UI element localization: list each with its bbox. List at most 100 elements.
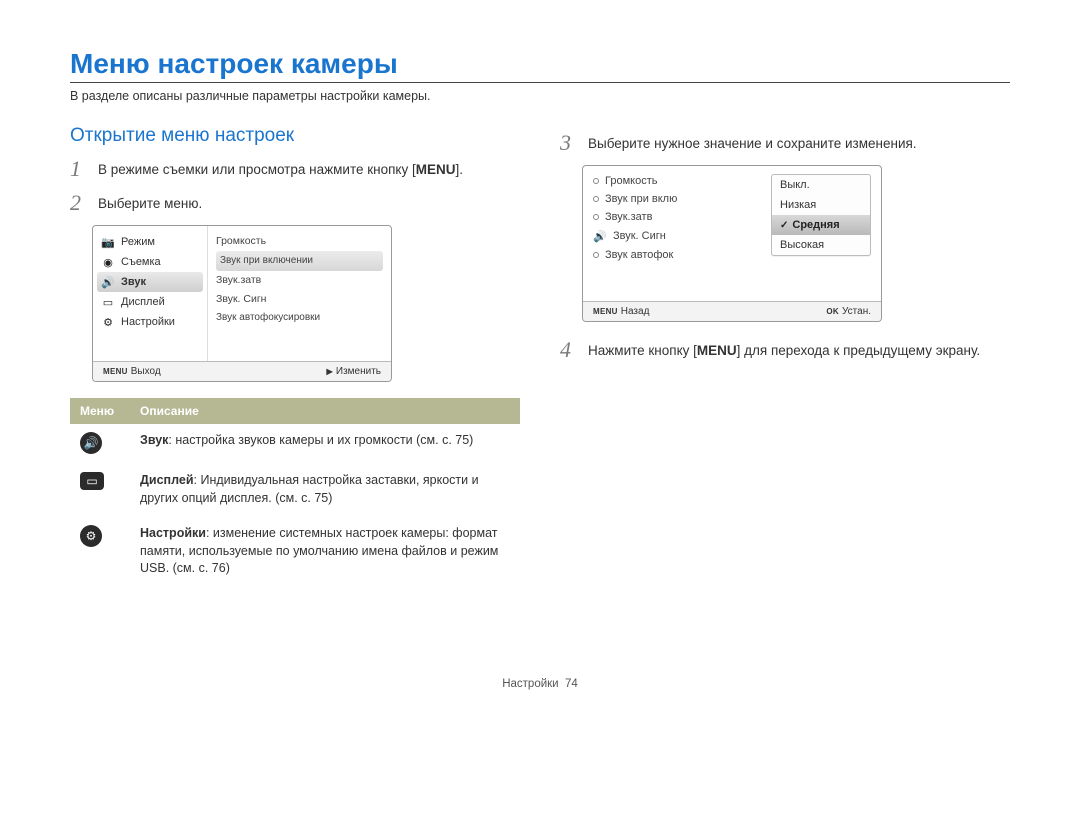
- option-label: Звук при вклю: [605, 193, 677, 205]
- step-number: 3: [560, 131, 578, 155]
- footer-right: OKУстан.: [826, 306, 871, 317]
- option-item[interactable]: Звук при вклю: [591, 190, 721, 208]
- menu-category-list: 📷 Режим ◉ Съемка 🔊 Звук ▭: [93, 226, 208, 361]
- table-row: ⚙ Настройки: изменение системных настрое…: [70, 517, 520, 588]
- option-label: Звук.затв: [605, 211, 652, 223]
- option-item[interactable]: Громкость: [591, 172, 721, 190]
- step-text: Нажмите кнопку [MENU] для перехода к пре…: [588, 338, 1010, 361]
- menu-item-display[interactable]: ▭ Дисплей: [97, 292, 203, 312]
- menu-key-icon: MENU: [593, 307, 618, 316]
- submenu-item[interactable]: Звук. Сигн: [216, 290, 383, 309]
- row-icon-cell: 🔊: [70, 424, 130, 464]
- intro-text: В разделе описаны различные параметры на…: [70, 89, 1010, 103]
- step4-post: ] для перехода к предыдущему экрану.: [737, 343, 981, 358]
- footer-left-label: Выход: [131, 366, 161, 377]
- popup-label: Высокая: [780, 239, 824, 251]
- radio-icon: [593, 252, 599, 258]
- right-column: 3 Выберите нужное значение и сохраните и…: [560, 125, 1010, 588]
- footer-right-label: Устан.: [842, 306, 871, 317]
- menu-key-icon: MENU: [103, 367, 128, 376]
- display-icon: ▭: [80, 472, 104, 490]
- step-text: Выберите нужное значение и сохраните изм…: [588, 131, 1010, 154]
- menu-item-label: Режим: [121, 236, 155, 248]
- popup-label: Средняя: [792, 219, 839, 231]
- row-desc-cell: Дисплей: Индивидуальная настройка застав…: [130, 464, 520, 517]
- page-title: Меню настроек камеры: [70, 48, 1010, 83]
- footer-right-label: Изменить: [336, 366, 381, 377]
- radio-icon: [593, 214, 599, 220]
- row-title: Дисплей: [140, 473, 194, 487]
- option-label: Звук автофок: [605, 249, 673, 261]
- popup-option-high[interactable]: Высокая: [772, 235, 870, 255]
- row-desc-cell: Звук: настройка звуков камеры и их громк…: [130, 424, 520, 464]
- table-header-menu: Меню: [70, 398, 130, 424]
- submenu-list: Громкость Звук при включении Звук.затв З…: [208, 226, 391, 361]
- page-footer: Настройки 74: [70, 678, 1010, 690]
- popup-label: Выкл.: [780, 179, 810, 191]
- screen-body: 📷 Режим ◉ Съемка 🔊 Звук ▭: [93, 226, 391, 361]
- step-number: 2: [70, 191, 88, 215]
- submenu-item[interactable]: Звук.затв: [216, 271, 383, 290]
- step1-post: ].: [455, 162, 463, 177]
- speaker-icon: 🔊: [101, 275, 115, 289]
- camera-screen-menu: 📷 Режим ◉ Съемка 🔊 Звук ▭: [92, 225, 392, 382]
- step-text: Выберите меню.: [98, 191, 520, 214]
- gear-icon: ⚙: [101, 315, 115, 329]
- step-4: 4 Нажмите кнопку [MENU] для перехода к п…: [560, 338, 1010, 362]
- left-column: Открытие меню настроек 1 В режиме съемки…: [70, 125, 520, 588]
- camera-icon: 📷: [101, 235, 115, 249]
- row-icon-cell: ▭: [70, 464, 130, 517]
- row-icon-cell: ⚙: [70, 517, 130, 588]
- menu-item-label: Звук: [121, 276, 146, 288]
- table-row: ▭ Дисплей: Индивидуальная настройка заст…: [70, 464, 520, 517]
- step1-pre: В режиме съемки или просмотра нажмите кн…: [98, 162, 416, 177]
- value-popup: Выкл. Низкая Средняя Высокая: [771, 174, 871, 256]
- right-key-icon: ▶: [326, 367, 332, 376]
- popup-option-low[interactable]: Низкая: [772, 195, 870, 215]
- menu-item-label: Съемка: [121, 256, 161, 268]
- popup-option-off[interactable]: Выкл.: [772, 175, 870, 195]
- menu-item-shoot[interactable]: ◉ Съемка: [97, 252, 203, 272]
- step-number: 1: [70, 157, 88, 181]
- camera-screen-value: Громкость Звук при вклю Звук.затв 🔊 Звук.…: [582, 165, 882, 322]
- submenu-item[interactable]: Звук автофокусировки: [216, 309, 383, 327]
- menu-key-label: MENU: [697, 343, 737, 358]
- option-item[interactable]: 🔊 Звук. Сигн: [591, 226, 721, 246]
- option-label: Звук. Сигн: [613, 230, 666, 242]
- submenu-item[interactable]: Громкость: [216, 232, 383, 251]
- menu-key-label: MENU: [416, 162, 456, 177]
- screen-body: Громкость Звук при вклю Звук.затв 🔊 Звук.…: [583, 166, 881, 301]
- page: Меню настроек камеры В разделе описаны р…: [0, 0, 1080, 710]
- screen-footer: MENUНазад OKУстан.: [583, 301, 881, 321]
- speaker-icon: 🔊: [593, 229, 607, 243]
- footer-left-label: Назад: [621, 306, 650, 317]
- speaker-icon: 🔊: [80, 432, 102, 454]
- option-item[interactable]: Звук.затв: [591, 208, 721, 226]
- aperture-icon: ◉: [101, 255, 115, 269]
- step-text: В режиме съемки или просмотра нажмите кн…: [98, 157, 520, 180]
- option-item[interactable]: Звук автофок: [591, 246, 721, 264]
- footer-page-number: 74: [565, 678, 578, 690]
- popup-option-mid[interactable]: Средняя: [772, 215, 870, 235]
- step4-pre: Нажмите кнопку [: [588, 343, 697, 358]
- footer-right: ▶ Изменить: [326, 366, 381, 377]
- popup-label: Низкая: [780, 199, 816, 211]
- menu-item-label: Настройки: [121, 316, 175, 328]
- submenu-item[interactable]: Звук при включении: [216, 251, 383, 271]
- step-2: 2 Выберите меню.: [70, 191, 520, 215]
- step-number: 4: [560, 338, 578, 362]
- option-label: Громкость: [605, 175, 657, 187]
- radio-icon: [593, 196, 599, 202]
- menu-item-sound[interactable]: 🔊 Звук: [97, 272, 203, 292]
- footer-left: MENUВыход: [103, 366, 161, 377]
- two-column-layout: Открытие меню настроек 1 В режиме съемки…: [70, 125, 1010, 588]
- footer-section: Настройки: [502, 678, 558, 690]
- menu-item-mode[interactable]: 📷 Режим: [97, 232, 203, 252]
- menu-description-table: Меню Описание 🔊 Звук: настройка звуков к…: [70, 398, 520, 588]
- footer-left: MENUНазад: [593, 306, 649, 317]
- display-icon: ▭: [101, 295, 115, 309]
- menu-item-settings[interactable]: ⚙ Настройки: [97, 312, 203, 332]
- radio-icon: [593, 178, 599, 184]
- section-title: Открытие меню настроек: [70, 125, 520, 147]
- table-row: 🔊 Звук: настройка звуков камеры и их гро…: [70, 424, 520, 464]
